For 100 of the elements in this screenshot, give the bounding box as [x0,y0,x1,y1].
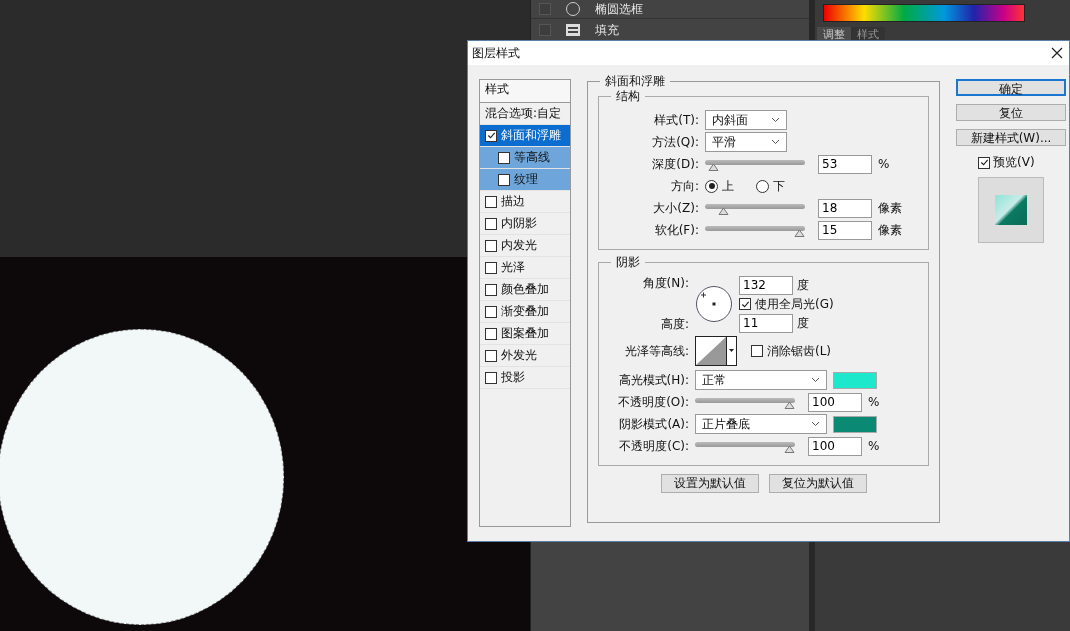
number-field[interactable]: 53 [818,154,872,174]
item-label: 斜面和浮雕 [501,127,561,144]
slider-thumb[interactable] [784,444,796,453]
number-field[interactable]: 132 [739,275,793,295]
field-label: 大小(Z): [652,199,699,217]
checkbox-label: 预览(V) [993,154,1035,171]
checkbox[interactable] [485,261,497,274]
field-label: 方向: [669,177,699,195]
unit-label: % [868,395,880,409]
checkbox[interactable] [498,173,510,186]
unit-label: 像素 [878,221,902,239]
radio-option[interactable]: 上 [705,177,734,195]
group-title: 斜面和浮雕 [600,74,670,88]
chevron-down-icon [811,377,820,383]
field-label: 方法(Q): [651,133,699,151]
checkbox[interactable] [485,129,497,142]
field-label: 阴影模式(A): [618,415,689,433]
number-field[interactable]: 100 [808,392,862,412]
slider[interactable] [705,223,808,237]
unit-label: % [878,157,890,171]
field-label: 样式(T): [653,111,699,129]
item-label: 渐变叠加 [501,303,549,320]
color-swatch[interactable] [833,415,877,433]
window-title: 图层样式 [472,44,520,62]
close-icon[interactable] [1051,47,1063,59]
list-item[interactable]: 投影 [480,367,570,389]
dialog-button[interactable]: 新建样式(W)... [956,129,1066,146]
color-spectrum[interactable] [823,4,1025,22]
field-label: 高度: [660,316,689,333]
slider[interactable] [695,395,798,409]
checkbox[interactable] [485,305,497,318]
ok-button[interactable]: 确定 [956,79,1066,96]
checkbox[interactable] [485,195,497,208]
checkbox[interactable] [498,151,510,164]
list-header: 样式 [480,80,570,103]
slider-thumb[interactable] [707,162,719,171]
group-title: 结构 [611,89,645,103]
checkbox[interactable] [485,283,497,296]
fill-icon [565,23,581,37]
item-label: 投影 [501,369,525,386]
list-item[interactable]: 颜色叠加 [480,279,570,301]
list-item[interactable]: 内阴影 [480,213,570,235]
slider[interactable] [695,439,798,453]
dialog-button[interactable]: 复位 [956,104,1066,121]
item-label: 描边 [501,193,525,210]
checkbox[interactable] [751,345,763,357]
radio-button[interactable] [705,179,718,193]
ellipse-icon [565,1,581,17]
field-label: 角度(N): [642,275,689,292]
checkbox[interactable] [485,327,497,340]
checkbox[interactable] [739,298,751,310]
field-label: 软化(F): [653,221,699,239]
list-item[interactable]: 光泽 [480,257,570,279]
layer-name: 椭圆选框 [595,0,643,18]
item-label: 内阴影 [501,215,537,232]
slider-thumb[interactable] [784,400,796,409]
list-item[interactable]: 渐变叠加 [480,301,570,323]
radio-button[interactable] [756,179,769,193]
dropdown[interactable]: 平滑 [705,132,787,152]
checkbox[interactable] [978,156,990,169]
chevron-down-icon [811,421,820,427]
number-field[interactable]: 18 [818,198,872,218]
checkbox[interactable] [485,349,497,362]
slider-thumb[interactable] [717,206,729,215]
preview-thumbnail [978,177,1044,243]
default-button[interactable]: 设置为默认值 [660,474,759,493]
layer-name: 填充 [595,21,619,39]
unit-label: % [868,439,880,453]
item-label: 内发光 [501,237,537,254]
panel-tab[interactable]: 调整 [817,27,851,40]
group-title: 阴影 [611,255,645,269]
list-item[interactable]: 纹理 [480,169,570,191]
list-item[interactable]: 描边 [480,191,570,213]
dropdown[interactable]: 内斜面 [705,110,787,130]
number-field[interactable]: 15 [818,220,872,240]
checkbox-label: 消除锯齿(L) [767,342,832,360]
list-item[interactable]: 外发光 [480,345,570,367]
default-button[interactable]: 复位为默认值 [768,474,867,493]
panel-tab[interactable]: 样式 [851,27,885,40]
layer-row[interactable]: 椭圆选框 [531,0,809,19]
dropdown[interactable]: 正常 [695,370,827,390]
angle-dial[interactable] [695,285,733,323]
list-item[interactable]: 等高线 [480,147,570,169]
chevron-down-icon [771,139,780,145]
checkbox[interactable] [485,371,497,384]
slider-thumb[interactable] [794,228,806,237]
checkbox[interactable] [485,217,497,230]
number-field[interactable]: 11 [739,313,793,333]
checkbox[interactable] [485,239,497,252]
number-field[interactable]: 100 [808,436,862,456]
list-item[interactable]: 内发光 [480,235,570,257]
dropdown[interactable]: 正片叠底 [695,414,827,434]
contour-picker[interactable] [695,336,737,366]
field-label: 不透明度(C): [618,437,689,455]
item-label: 颜色叠加 [501,281,549,298]
list-item[interactable]: 图案叠加 [480,323,570,345]
color-swatch[interactable] [833,371,877,389]
radio-option[interactable]: 下 [756,177,785,195]
chevron-down-icon [771,117,780,123]
list-item[interactable]: 斜面和浮雕 [480,125,570,147]
